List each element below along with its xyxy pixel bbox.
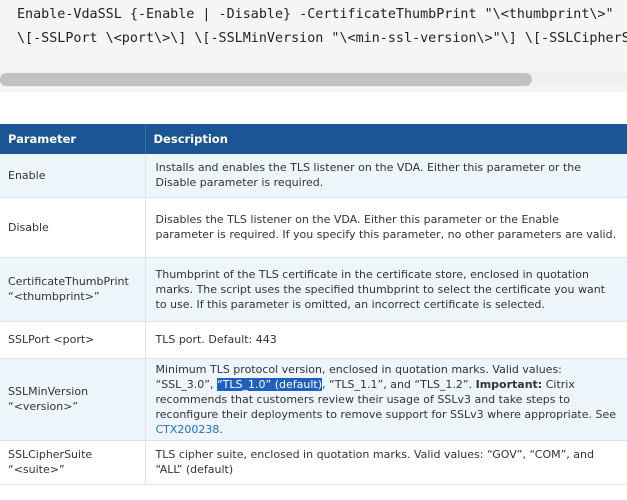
- param-name: Enable: [8, 168, 46, 182]
- description-cell: Thumbprint of the TLS certificate in the…: [145, 257, 627, 322]
- table-row: CertificateThumbPrint “<thumbprint>” Thu…: [0, 257, 627, 322]
- parameters-table: Parameter Description Enable Installs an…: [0, 124, 627, 485]
- param-cell: Disable: [0, 197, 146, 258]
- param-cell: SSLCipherSuite “<suite>”: [0, 440, 146, 485]
- code-line-2: \[-SSLPort \<port\>\] \[-SSLMinVersion "…: [17, 31, 627, 46]
- scrollbar-thumb[interactable]: [0, 73, 532, 86]
- header-parameter: Parameter: [0, 124, 146, 154]
- horizontal-scrollbar[interactable]: [0, 72, 627, 87]
- table-row: SSLMinVersion “<version>” Minimum TLS pr…: [0, 358, 627, 441]
- param-cell: SSLMinVersion “<version>”: [0, 358, 146, 441]
- description-cell: TLS port. Default: 443: [145, 321, 627, 359]
- param-name: SSLMinVersion: [8, 385, 89, 398]
- param-name: Disable: [8, 220, 49, 234]
- description-cell: Installs and enables the TLS listener on…: [145, 154, 627, 198]
- desc-text: , “TLS_1.1”, and “TLS_1.2”.: [322, 377, 476, 391]
- description-cell: Disables the TLS listener on the VDA. Ei…: [145, 197, 627, 258]
- param-cell: CertificateThumbPrint “<thumbprint>”: [0, 257, 146, 322]
- param-value: “<version>”: [8, 400, 79, 413]
- param-value: “<suite>”: [8, 463, 65, 476]
- table-row: Disable Disables the TLS listener on the…: [0, 197, 627, 258]
- code-block: Enable-VdaSSL {-Enable | -Disable} -Cert…: [0, 0, 627, 92]
- param-name: SSLPort <port>: [8, 333, 95, 346]
- table-header-row: Parameter Description: [0, 124, 627, 154]
- param-value: “<thumbprint>”: [8, 290, 100, 303]
- header-description: Description: [145, 124, 627, 154]
- description-cell: TLS cipher suite, enclosed in quotation …: [145, 440, 627, 485]
- code-line-1: Enable-VdaSSL {-Enable | -Disable} -Cert…: [17, 7, 614, 22]
- description-cell: Minimum TLS protocol version, enclosed i…: [145, 358, 627, 441]
- table-row: SSLCipherSuite “<suite>” TLS cipher suit…: [0, 440, 627, 485]
- important-label: Important:: [475, 377, 543, 391]
- table-row: SSLPort <port> TLS port. Default: 443: [0, 321, 627, 359]
- param-cell: SSLPort <port>: [0, 321, 146, 359]
- ctx200238-link[interactable]: CTX200238: [156, 423, 220, 436]
- param-name: CertificateThumbPrint: [8, 275, 129, 288]
- table-row: Enable Installs and enables the TLS list…: [0, 154, 627, 198]
- param-cell: Enable: [0, 154, 146, 198]
- param-name: SSLCipherSuite: [8, 448, 93, 461]
- desc-text: .: [219, 422, 223, 436]
- selected-text-highlight[interactable]: “TLS_1.0” (default): [216, 377, 322, 391]
